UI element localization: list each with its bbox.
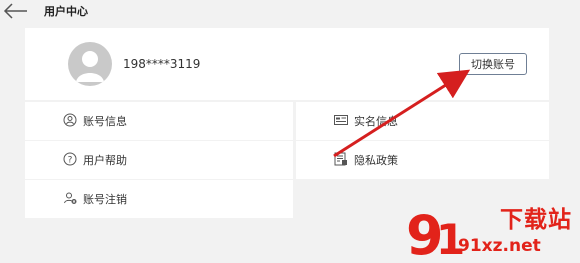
menu-item-label: 账号注销 (83, 193, 127, 206)
user-circle-icon (63, 113, 77, 127)
menu-item-privacy-policy[interactable]: 隐私政策 (296, 141, 549, 179)
watermark-brand: 下载站 (500, 207, 572, 233)
top-bar: 用户中心 (0, 0, 580, 24)
menu-item-account-info[interactable]: 账号信息 (25, 102, 293, 140)
question-circle-icon: ? (63, 152, 77, 166)
menu-item-label: 账号信息 (83, 115, 127, 128)
menu-item-label: 隐私政策 (354, 154, 398, 167)
menu-item-real-name-info[interactable]: 实名信息 (296, 102, 549, 140)
avatar[interactable] (68, 42, 112, 86)
profile-card: 198****3119 切换账号 (25, 28, 549, 100)
switch-account-button[interactable]: 切换账号 (459, 53, 527, 75)
menu-item-label: 实名信息 (354, 115, 398, 128)
page-title: 用户中心 (44, 5, 88, 18)
svg-text:?: ? (68, 156, 73, 166)
menu-item-user-help[interactable]: ? 用户帮助 (25, 141, 293, 179)
privacy-doc-icon (334, 152, 347, 166)
user-silhouette-icon (76, 51, 104, 82)
back-arrow-icon[interactable] (2, 2, 28, 20)
id-card-icon (334, 115, 348, 125)
menu-item-account-cancel[interactable]: 账号注销 (25, 180, 293, 218)
menu-item-label: 用户帮助 (83, 154, 127, 167)
phone-number: 198****3119 (123, 57, 201, 71)
user-cancel-icon (64, 192, 77, 204)
watermark-domain: 91xz.net (458, 236, 541, 256)
